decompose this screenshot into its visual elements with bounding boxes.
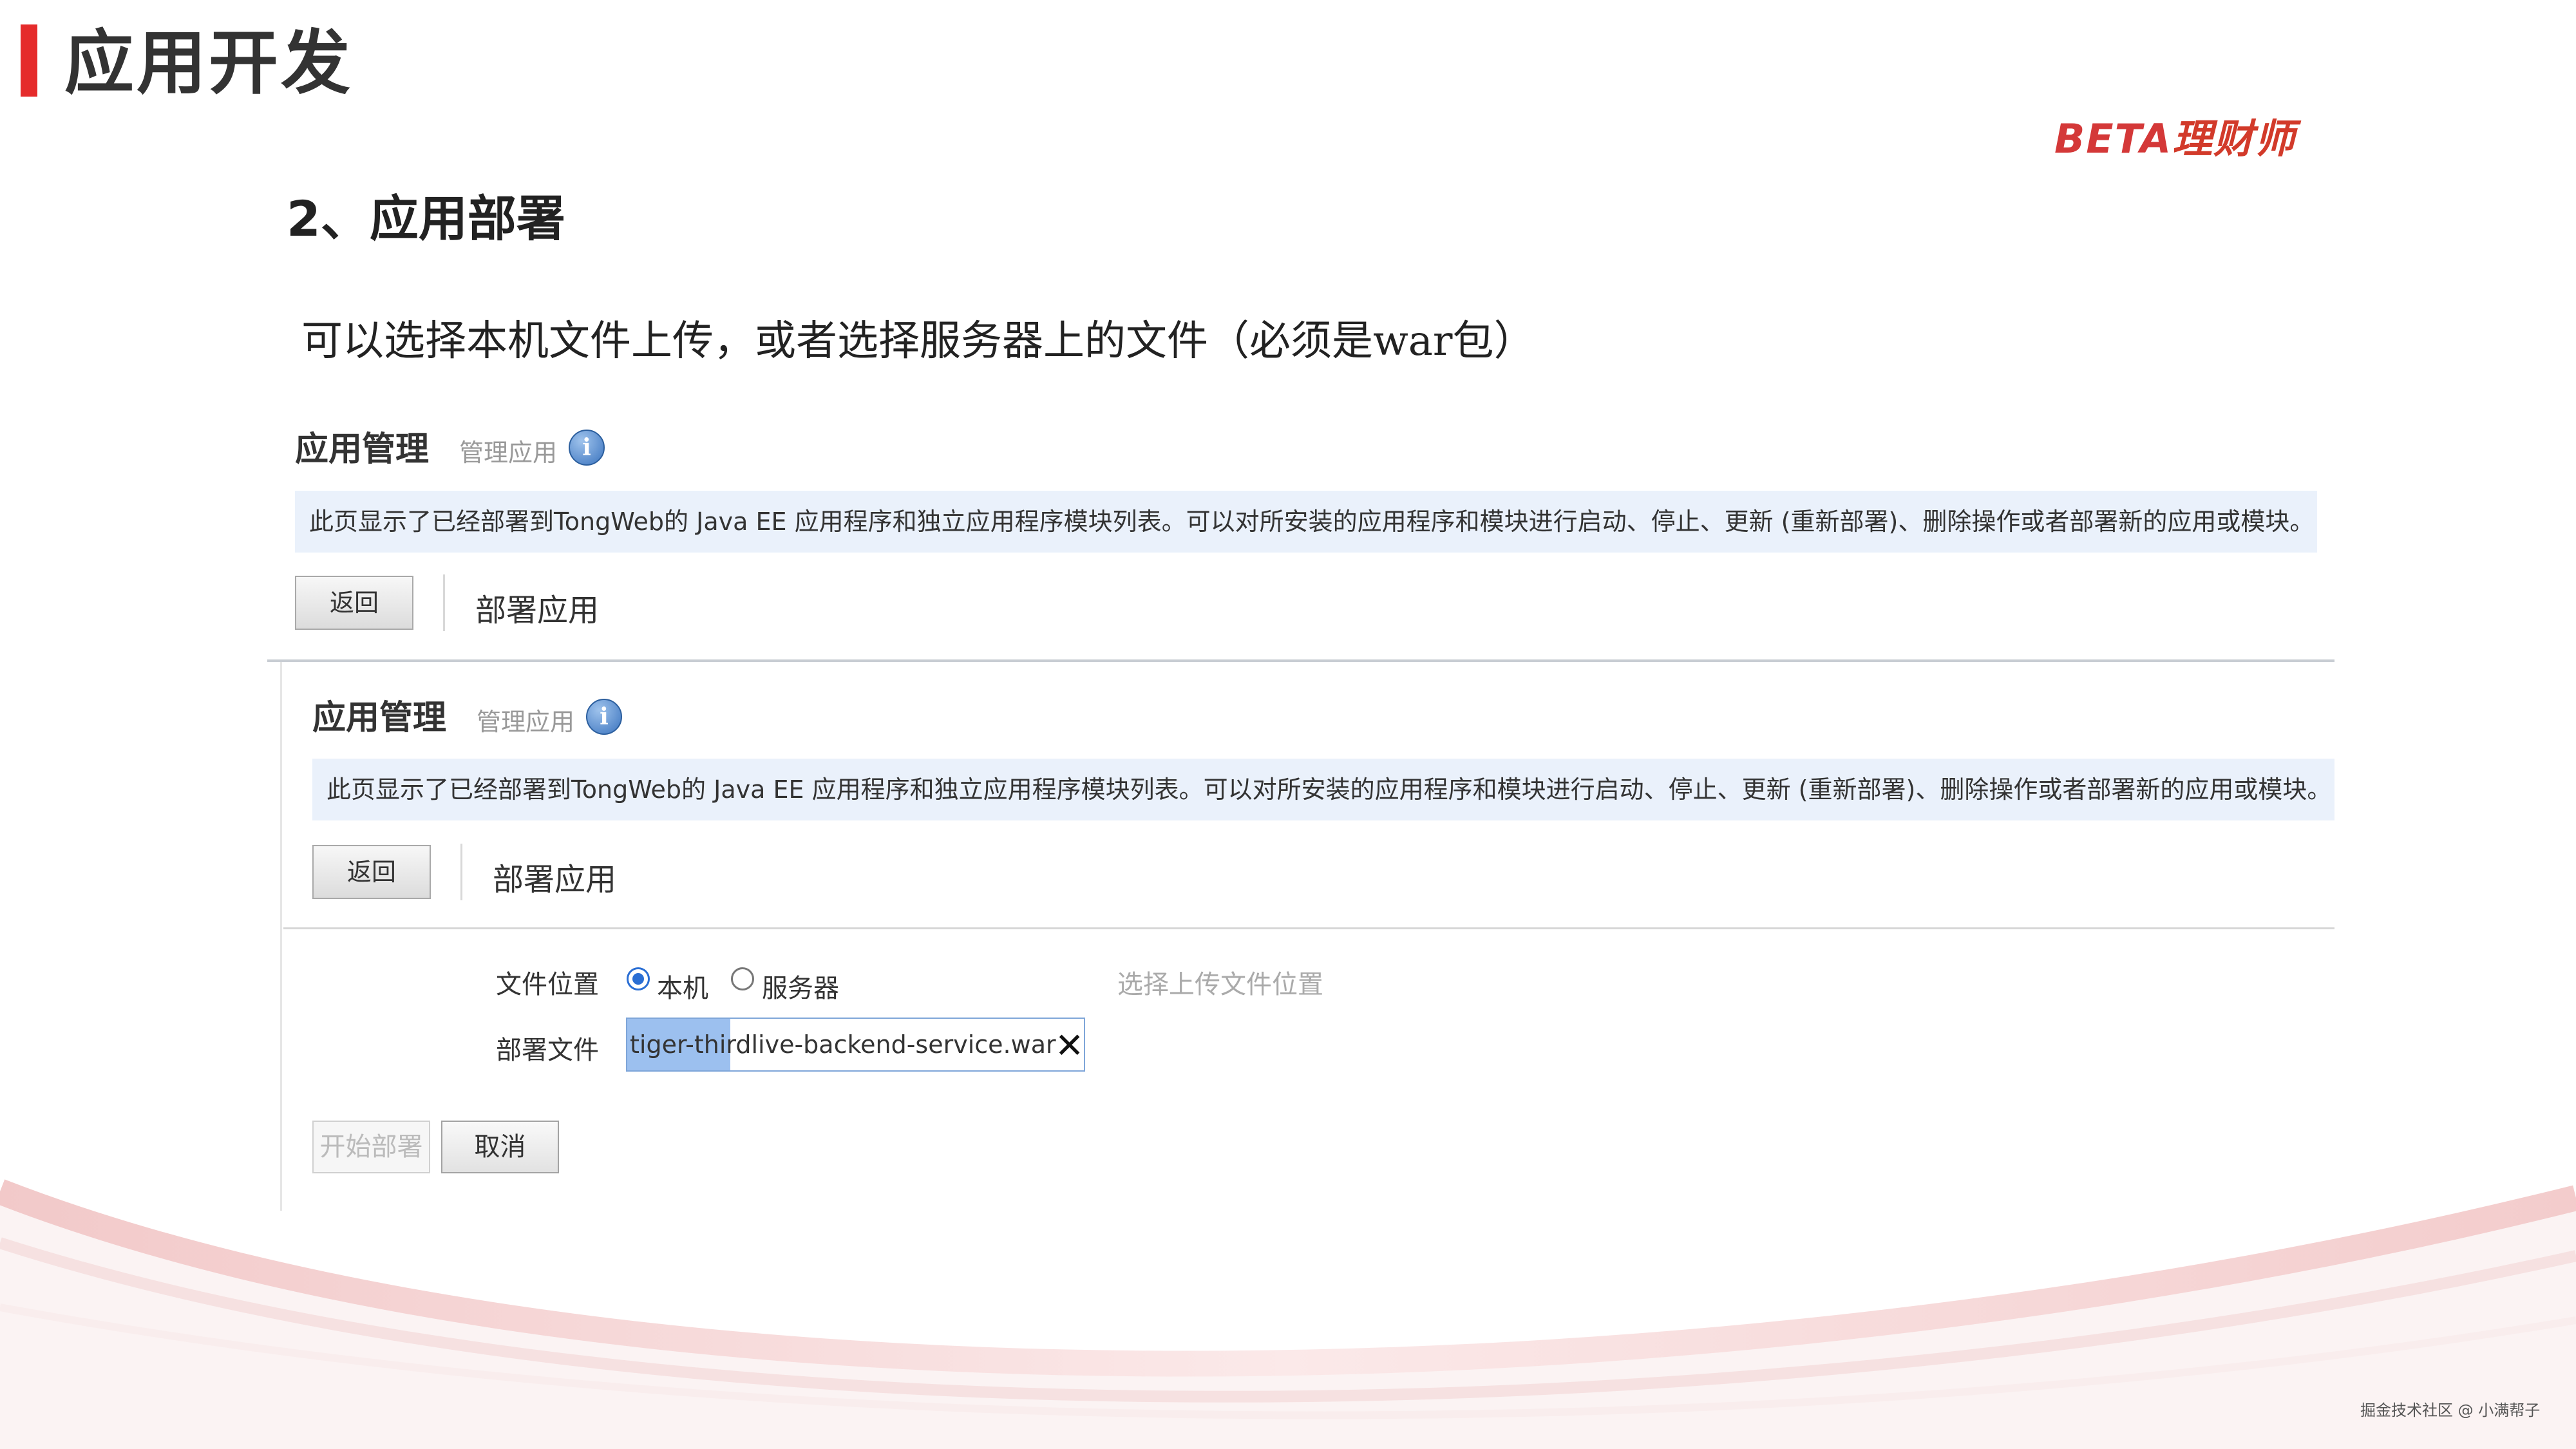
file-name-rest: live-backend-service.war	[751, 1030, 1056, 1059]
panel-bottom-description: 此页显示了已经部署到TongWeb的 Java EE 应用程序和独立应用程序模块…	[327, 775, 2332, 804]
decorative-wave	[0, 1179, 2576, 1449]
footer-credit: 掘金技术社区 @ 小满帮子	[2360, 1401, 2541, 1419]
deploy-file-label: 部署文件	[496, 1036, 599, 1065]
toolbar-separator	[460, 844, 462, 900]
file-name-selected: tiger-third	[630, 1030, 752, 1059]
panel-bottom	[280, 662, 2336, 1211]
panel-top-description: 此页显示了已经部署到TongWeb的 Java EE 应用程序和独立应用程序模块…	[309, 507, 2315, 536]
panel-top-title: 应用管理	[295, 430, 430, 469]
beta-logo: BETA理财师	[2054, 106, 2296, 164]
slide-title: 应用开发	[64, 23, 354, 104]
logo-latin: BETA	[2054, 115, 2173, 162]
panel-top-description-band: 此页显示了已经部署到TongWeb的 Java EE 应用程序和独立应用程序模块…	[295, 491, 2317, 553]
deploy-file-input[interactable]: tiger-thirdlive-backend-service.war ✕	[626, 1018, 1085, 1072]
radio-local[interactable]	[627, 967, 650, 990]
panel-bottom-title: 应用管理	[312, 699, 447, 737]
file-location-label: 文件位置	[496, 970, 599, 999]
back-button[interactable]: 返回	[312, 845, 431, 899]
panel-bottom-subtitle[interactable]: 管理应用	[477, 702, 574, 737]
deploy-app-label: 部署应用	[493, 862, 617, 898]
radio-local-label[interactable]: 本机	[657, 967, 708, 1005]
toolbar-separator	[443, 574, 445, 631]
info-icon[interactable]: i	[586, 699, 622, 735]
logo-cn: 理财师	[2172, 115, 2297, 162]
back-button[interactable]: 返回	[295, 576, 413, 630]
deploy-app-label: 部署应用	[475, 592, 600, 629]
panel-top-subtitle[interactable]: 管理应用	[459, 433, 557, 468]
clear-icon[interactable]: ✕	[1055, 1025, 1084, 1066]
info-icon[interactable]: i	[569, 430, 605, 466]
section-heading: 2、应用部署	[287, 190, 565, 247]
title-accent-bar	[21, 24, 37, 97]
intro-text: 可以选择本机文件上传，或者选择服务器上的文件（必须是war包）	[301, 317, 1535, 365]
radio-server[interactable]	[731, 967, 754, 990]
radio-server-label[interactable]: 服务器	[762, 967, 839, 1005]
file-location-hint: 选择上传文件位置	[1117, 970, 1323, 999]
file-name-text: tiger-thirdlive-backend-service.war	[630, 1019, 1056, 1070]
form-divider	[283, 927, 2334, 929]
panel-bottom-description-band: 此页显示了已经部署到TongWeb的 Java EE 应用程序和独立应用程序模块…	[312, 759, 2334, 820]
